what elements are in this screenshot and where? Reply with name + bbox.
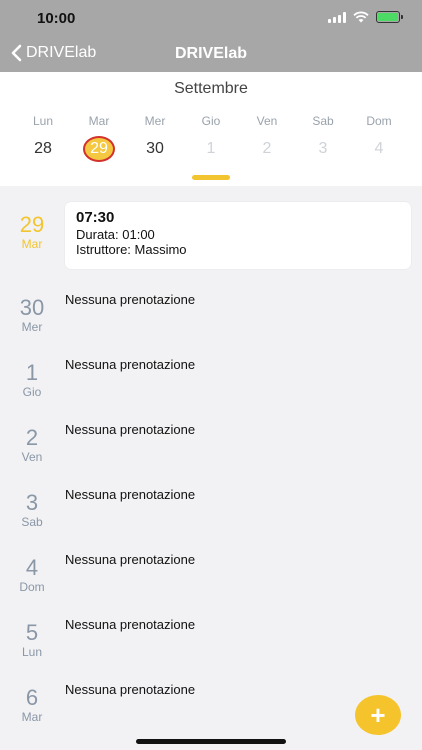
- agenda-date-weekday: Lun: [21, 645, 43, 659]
- day-number: 4: [374, 140, 384, 157]
- agenda-date: 1 Gio: [6, 360, 58, 400]
- month-label: Settembre: [174, 80, 248, 97]
- day-name: Ven: [256, 114, 278, 128]
- agenda-date-number: 2: [25, 425, 39, 450]
- page-title: DRIVElab: [174, 45, 247, 62]
- agenda-date: 2 Ven: [6, 425, 58, 465]
- booking-instructor: Istruttore: Massimo: [76, 242, 187, 257]
- add-booking-button[interactable]: +: [355, 695, 401, 735]
- day-number: 28: [34, 140, 52, 157]
- day-number: 2: [262, 140, 272, 157]
- agenda-date-number: 1: [25, 360, 39, 385]
- agenda-date: 30 Mer: [6, 295, 58, 335]
- plus-icon: +: [370, 699, 386, 730]
- battery-icon: [376, 11, 403, 23]
- status-icons: [328, 11, 403, 23]
- agenda-date: 29 Mar: [6, 212, 58, 252]
- day-number: 3: [318, 140, 328, 157]
- empty-state-text: Nessuna prenotazione: [65, 617, 196, 632]
- agenda-date-number: 3: [25, 490, 39, 515]
- day-name: Mer: [144, 114, 166, 128]
- agenda-date-number: 29: [19, 212, 45, 237]
- day-name: Dom: [366, 114, 392, 128]
- agenda-date: 5 Lun: [6, 620, 58, 660]
- week-indicator: [192, 175, 230, 180]
- agenda-date: 4 Dom: [6, 555, 58, 595]
- day-item[interactable]: Dom 4: [351, 112, 407, 162]
- day-name: Mar: [88, 114, 110, 128]
- wifi-icon: [353, 11, 369, 23]
- agenda-date: 6 Mar: [6, 685, 58, 725]
- days-row: Lun 28 Mar 29 Mer 30 Gio 1 Ven 2 Sab 3 D…: [15, 112, 407, 162]
- empty-state-text: Nessuna prenotazione: [65, 552, 196, 567]
- navigation-bar: 10:00 DRIVElab DRIVElab: [0, 0, 422, 72]
- day-item[interactable]: Ven 2: [239, 112, 295, 162]
- day-number: 29: [83, 136, 115, 162]
- agenda-date-number: 6: [25, 685, 39, 710]
- empty-state-text: Nessuna prenotazione: [65, 682, 196, 697]
- agenda-date-weekday: Gio: [22, 385, 42, 399]
- day-number: 1: [206, 140, 216, 157]
- day-number: 30: [146, 140, 164, 157]
- agenda-date-number: 4: [25, 555, 39, 580]
- week-selector: Settembre Lun 28 Mar 29 Mer 30 Gio 1 Ven…: [0, 72, 422, 186]
- empty-state-text: Nessuna prenotazione: [65, 422, 196, 437]
- booking-time: 07:30: [76, 209, 115, 226]
- day-name: Sab: [312, 114, 334, 128]
- day-item[interactable]: Lun 28: [15, 112, 71, 162]
- agenda-date-weekday: Sab: [21, 515, 43, 529]
- day-item[interactable]: Gio 1: [183, 112, 239, 162]
- agenda-date-weekday: Mer: [21, 320, 43, 334]
- status-time: 10:00: [37, 10, 76, 27]
- day-item-selected[interactable]: Mar 29: [71, 112, 127, 162]
- home-indicator: [136, 739, 286, 744]
- day-item[interactable]: Mer 30: [127, 112, 183, 162]
- agenda-date-number: 30: [19, 295, 45, 320]
- booking-duration: Durata: 01:00: [76, 227, 155, 242]
- agenda-date: 3 Sab: [6, 490, 58, 530]
- day-name: Lun: [32, 114, 54, 128]
- empty-state-text: Nessuna prenotazione: [65, 292, 196, 307]
- day-item[interactable]: Sab 3: [295, 112, 351, 162]
- day-name: Gio: [201, 114, 221, 128]
- empty-state-text: Nessuna prenotazione: [65, 357, 196, 372]
- empty-state-text: Nessuna prenotazione: [65, 487, 196, 502]
- agenda-date-weekday: Mar: [21, 237, 43, 251]
- agenda-date-weekday: Mar: [21, 710, 43, 724]
- cellular-signal-icon: [328, 11, 346, 23]
- booking-card[interactable]: 07:30 Durata: 01:00 Istruttore: Massimo: [65, 202, 411, 269]
- agenda-date-number: 5: [25, 620, 39, 645]
- agenda-date-weekday: Ven: [21, 450, 43, 464]
- agenda-date-weekday: Dom: [19, 580, 45, 594]
